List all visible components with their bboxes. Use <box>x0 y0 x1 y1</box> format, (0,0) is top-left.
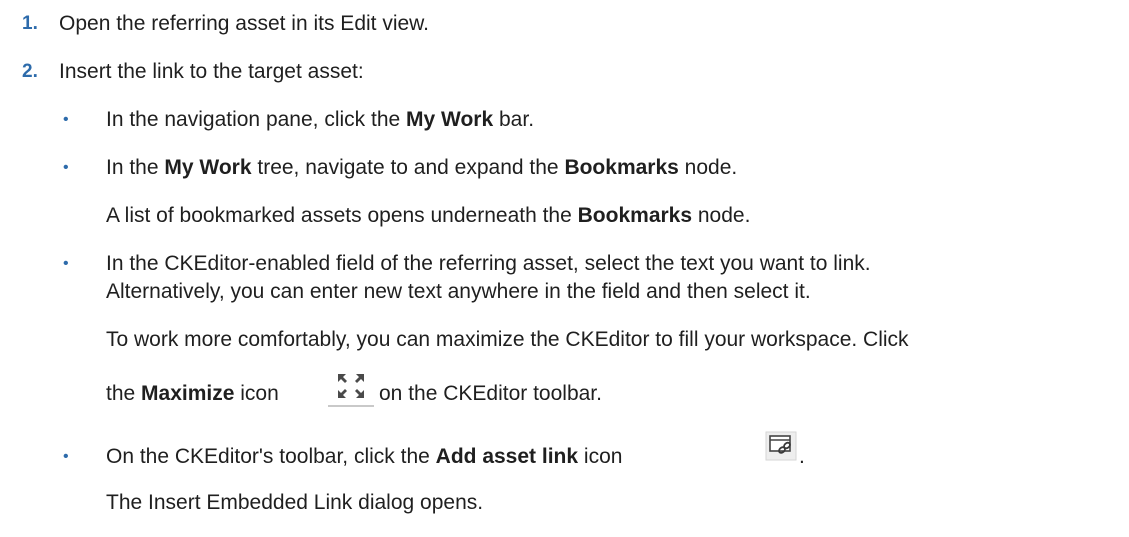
step-number: 1. <box>22 13 38 34</box>
text-run: bar. <box>493 108 535 131</box>
substep-text: In the navigation pane, click the My Wor… <box>106 107 534 133</box>
step-text: Open the referring asset in its Edit vie… <box>59 12 430 35</box>
ui-term: Bookmarks <box>564 156 679 179</box>
bullet: • <box>63 159 69 176</box>
text-run: On the CKEditor's toolbar, click the <box>106 445 436 468</box>
ui-term: Add asset link <box>435 445 579 468</box>
substep-text: On the CKEditor's toolbar, click the Add… <box>106 444 622 470</box>
substep-text: Alternatively, you can enter new text an… <box>106 280 811 303</box>
step-text: Insert the link to the target asset: <box>59 60 364 83</box>
bullet: • <box>63 255 69 272</box>
ui-term: My Work <box>164 156 252 179</box>
bullet: • <box>63 111 69 128</box>
ui-term: Maximize <box>141 382 235 405</box>
substep-text: . <box>799 445 805 468</box>
substep-note: the Maximize icon <box>106 381 279 407</box>
step-number: 2. <box>22 61 38 82</box>
text-run: node. <box>678 156 738 179</box>
substep-text: In the CKEditor-enabled field of the ref… <box>106 252 871 275</box>
text-run: A list of bookmarked assets opens undern… <box>106 204 578 227</box>
add-asset-link-icon <box>765 431 797 461</box>
ui-term: My Work <box>406 108 494 131</box>
text-run: the <box>106 382 142 405</box>
text-run: In the <box>106 156 165 179</box>
substep-note: A list of bookmarked assets opens undern… <box>106 203 750 229</box>
text-run: icon <box>234 382 279 405</box>
substep-note: To work more comfortably, you can maximi… <box>106 328 909 351</box>
substep-note: The Insert Embedded Link dialog opens. <box>106 491 484 514</box>
text-run: tree, navigate to and expand the <box>251 156 565 179</box>
text-run: icon <box>578 445 623 468</box>
ui-term: Bookmarks <box>577 204 693 227</box>
maximize-icon <box>325 368 377 408</box>
substep-text: In the My Work tree, navigate to and exp… <box>106 155 737 181</box>
substep-note: on the CKEditor toolbar. <box>379 382 602 405</box>
text-run: In the navigation pane, click the <box>106 108 407 131</box>
bullet: • <box>63 448 69 465</box>
text-run: node. <box>692 204 751 227</box>
